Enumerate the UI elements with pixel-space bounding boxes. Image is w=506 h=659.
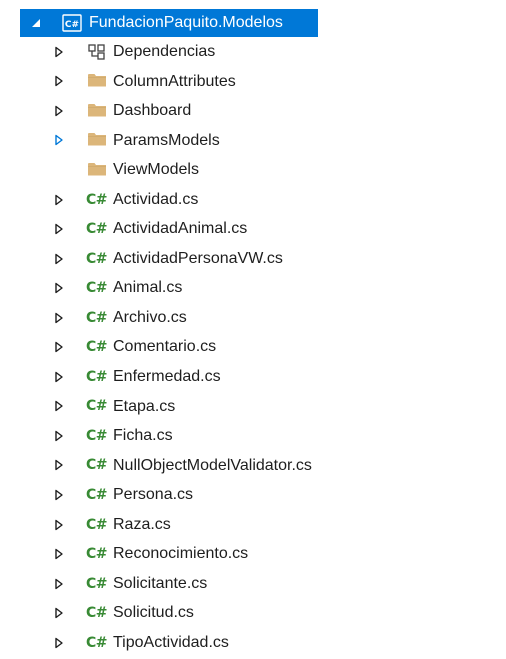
csharp-file-icon: C#	[86, 546, 108, 563]
tree-item-label: Ficha.cs	[113, 427, 173, 445]
csharp-project-icon: C#	[62, 14, 84, 32]
collapsed-triangle-icon[interactable]	[53, 223, 65, 235]
collapsed-triangle-icon[interactable]	[53, 637, 65, 649]
tree-item-label: Etapa.cs	[113, 397, 176, 415]
tree-item-label: Solicitud.cs	[113, 604, 194, 622]
tree-item-label: Reconocimiento.cs	[113, 545, 249, 563]
tree-item-label: Dependencias	[113, 43, 216, 60]
tree-item[interactable]: C# TipoActividad.cs	[0, 628, 506, 658]
collapsed-triangle-icon[interactable]	[53, 75, 65, 87]
tree-item[interactable]: C# Enfermedad.cs	[0, 362, 506, 392]
tree-item[interactable]: C# Comentario.cs	[0, 332, 506, 362]
tree-item[interactable]: ViewModels	[0, 155, 506, 185]
project-node[interactable]: C# FundacionPaquito.Modelos	[20, 9, 318, 37]
tree-item-label: ActividadPersonaVW.cs	[113, 249, 283, 267]
tree-item[interactable]: C# ActividadAnimal.cs	[0, 214, 506, 244]
tree-item[interactable]: C# Raza.cs	[0, 510, 506, 540]
expanded-triangle-icon[interactable]	[30, 17, 42, 29]
tree-item-label: Persona.cs	[113, 486, 194, 504]
solution-explorer-tree: C# FundacionPaquito.Modelos Dependencias…	[0, 9, 506, 657]
collapsed-triangle-icon[interactable]	[53, 46, 65, 58]
csharp-file-icon: C#	[86, 634, 108, 651]
project-name: FundacionPaquito.Modelos	[89, 14, 283, 31]
tree-item-label: ParamsModels	[113, 131, 220, 149]
collapsed-triangle-icon[interactable]	[53, 548, 65, 560]
collapsed-triangle-icon[interactable]	[53, 519, 65, 531]
collapsed-triangle-icon[interactable]	[53, 607, 65, 619]
csharp-file-icon: C#	[86, 280, 108, 297]
csharp-file-icon: C#	[86, 575, 108, 592]
tree-item[interactable]: C# Archivo.cs	[0, 303, 506, 333]
tree-item-label: Animal.cs	[113, 279, 183, 297]
tree-item-label: Enfermedad.cs	[113, 368, 221, 386]
tree-item-label: NullObjectModelValidator.cs	[113, 456, 312, 474]
collapsed-triangle-icon[interactable]	[53, 578, 65, 590]
csharp-file-icon: C#	[86, 339, 108, 356]
tree-item-label: ActividadAnimal.cs	[113, 220, 248, 238]
tree-item-label: Comentario.cs	[113, 338, 217, 356]
tree-item-label: Dashboard	[113, 102, 192, 120]
tree-item[interactable]: ColumnAttributes	[0, 67, 506, 97]
tree-item-label: ViewModels	[113, 161, 199, 179]
tree-item[interactable]: C# Etapa.cs	[0, 392, 506, 422]
folder-icon	[87, 161, 109, 179]
collapsed-triangle-icon[interactable]	[53, 459, 65, 471]
csharp-file-icon: C#	[86, 457, 108, 474]
tree-item[interactable]: C# Solicitud.cs	[0, 598, 506, 628]
csharp-file-icon: C#	[86, 605, 108, 622]
tree-item-label: ColumnAttributes	[113, 72, 236, 90]
tree-item[interactable]: C# Animal.cs	[0, 273, 506, 303]
collapsed-triangle-highlight-icon[interactable]	[53, 134, 65, 146]
tree-item[interactable]: Dependencias	[0, 37, 506, 67]
csharp-file-icon: C#	[86, 309, 108, 326]
tree-item[interactable]: C# NullObjectModelValidator.cs	[0, 451, 506, 481]
collapsed-triangle-icon[interactable]	[53, 282, 65, 294]
tree-item-label: Solicitante.cs	[113, 574, 208, 592]
tree-item[interactable]: C# ActividadPersonaVW.cs	[0, 244, 506, 274]
tree-item[interactable]: C# Persona.cs	[0, 480, 506, 510]
csharp-file-icon: C#	[86, 221, 108, 238]
folder-icon	[87, 102, 109, 120]
collapsed-triangle-icon[interactable]	[53, 341, 65, 353]
tree-item-label: Archivo.cs	[113, 308, 187, 326]
tree-item[interactable]: C# Solicitante.cs	[0, 569, 506, 599]
folder-icon	[87, 72, 109, 90]
csharp-file-icon: C#	[86, 191, 108, 208]
dependencies-icon	[87, 43, 109, 61]
tree-item-label: Raza.cs	[113, 515, 171, 533]
csharp-file-icon: C#	[86, 368, 108, 385]
csharp-file-icon: C#	[86, 398, 108, 415]
collapsed-triangle-icon[interactable]	[53, 371, 65, 383]
csharp-file-icon: C#	[86, 427, 108, 444]
tree-item[interactable]: C# Actividad.cs	[0, 185, 506, 215]
csharp-file-icon: C#	[86, 250, 108, 267]
folder-icon	[87, 131, 109, 149]
csharp-file-icon: C#	[86, 516, 108, 533]
collapsed-triangle-icon[interactable]	[53, 312, 65, 324]
tree-item[interactable]: C# Reconocimiento.cs	[0, 539, 506, 569]
project-children: Dependencias ColumnAttributes Dashboard …	[0, 37, 506, 657]
tree-item[interactable]: Dashboard	[0, 96, 506, 126]
collapsed-triangle-icon[interactable]	[53, 253, 65, 265]
collapsed-triangle-icon[interactable]	[53, 194, 65, 206]
tree-item-label: Actividad.cs	[113, 190, 199, 208]
csharp-file-icon: C#	[86, 486, 108, 503]
collapsed-triangle-icon[interactable]	[53, 489, 65, 501]
collapsed-triangle-icon[interactable]	[53, 400, 65, 412]
tree-item-label: TipoActividad.cs	[113, 633, 229, 651]
svg-text:C#: C#	[65, 20, 79, 30]
collapsed-triangle-icon[interactable]	[53, 105, 65, 117]
collapsed-triangle-icon[interactable]	[53, 430, 65, 442]
tree-item[interactable]: C# Ficha.cs	[0, 421, 506, 451]
tree-item[interactable]: ParamsModels	[0, 126, 506, 156]
